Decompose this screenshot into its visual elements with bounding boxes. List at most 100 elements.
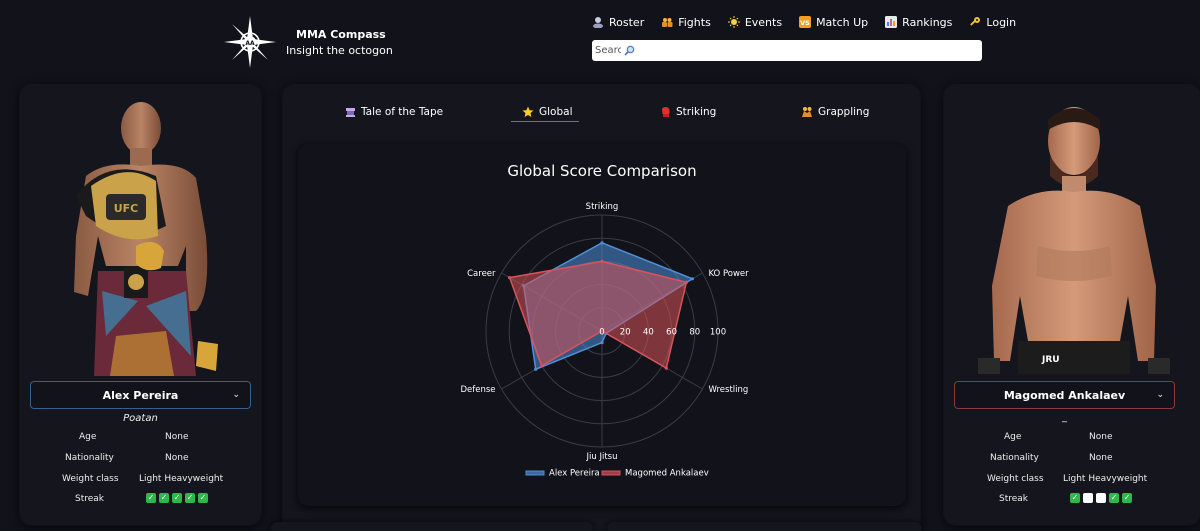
- tape-icon: [346, 107, 355, 117]
- rankings-icon: [885, 16, 898, 28]
- nav-roster-label: Roster: [609, 15, 645, 29]
- legend-swatch: [525, 470, 545, 476]
- svg-text:UFC: UFC: [114, 202, 139, 215]
- radar-data-point: [664, 366, 668, 370]
- right-streak-label: Streak: [999, 494, 1029, 504]
- svg-text:JRU: JRU: [1041, 355, 1060, 365]
- grappling-icon: [802, 107, 812, 117]
- right-streak-indicators: ✓ ✓ ✓: [1070, 493, 1132, 503]
- bottom-card-stub: [271, 522, 593, 531]
- left-streak-label: Streak: [75, 494, 105, 504]
- vs-icon: VS: [799, 16, 812, 28]
- nav-roster[interactable]: Roster: [592, 16, 644, 29]
- active-tab-indicator: [511, 121, 579, 122]
- svg-text:AA: AA: [245, 40, 255, 47]
- right-age-label: Age: [1004, 432, 1022, 442]
- streak-win-checkmark-icon: ✓: [198, 493, 208, 503]
- radar-tick-label: 100: [710, 328, 726, 338]
- right-weight-class-label: Weight class: [987, 474, 1044, 484]
- roster-icon: [592, 16, 604, 28]
- radar-data-point: [534, 367, 538, 371]
- nav-events-label: Events: [744, 15, 783, 29]
- radar-data-point: [540, 364, 544, 368]
- left-nationality-label: Nationality: [65, 453, 114, 463]
- events-icon: [727, 16, 740, 28]
- tab-grappling[interactable]: Grappling: [801, 106, 869, 118]
- tab-striking[interactable]: Striking: [660, 106, 716, 118]
- right-weight-class-value: Light Heavyweight: [1063, 474, 1148, 484]
- nav-rankings[interactable]: Rankings: [885, 16, 952, 29]
- radar-axis-label: Career: [467, 269, 496, 279]
- radar-tick-label: 80: [689, 328, 700, 338]
- left-fighter-nickname: Poatan: [123, 413, 158, 424]
- left-weight-class-value: Light Heavyweight: [139, 474, 224, 484]
- left-age-value: None: [165, 432, 189, 442]
- streak-win-checkmark-icon: ✓: [1070, 493, 1080, 503]
- nav-match-up[interactable]: VS Match Up: [799, 16, 868, 29]
- tab-global[interactable]: Global: [522, 106, 573, 118]
- search-bar[interactable]: [592, 40, 982, 61]
- nav-login-label: Login: [986, 15, 1017, 29]
- tab-tale-of-the-tape[interactable]: Tale of the Tape: [345, 106, 443, 118]
- legend-swatch: [601, 470, 621, 476]
- nav-fights[interactable]: Fights: [661, 16, 711, 29]
- search-input[interactable]: [595, 45, 621, 56]
- boxing-glove-icon: [662, 107, 670, 117]
- streak-win-checkmark-icon: ✓: [1109, 493, 1119, 503]
- right-age-value: None: [1089, 432, 1113, 442]
- chevron-down-icon: ⌄: [232, 390, 240, 400]
- brand-subtitle: Insight the octogon: [286, 44, 393, 57]
- radar-tick-label: 20: [620, 328, 631, 338]
- streak-win-checkmark-icon: ✓: [172, 493, 182, 503]
- nav-fights-label: Fights: [678, 15, 711, 29]
- right-fighter-select[interactable]: Magomed Ankalaev ⌄: [954, 381, 1175, 409]
- tab-tale-of-the-tape-label: Tale of the Tape: [361, 106, 444, 118]
- tab-grappling-label: Grappling: [818, 106, 870, 118]
- legend-label: Magomed Ankalaev: [625, 469, 709, 479]
- chevron-down-icon: ⌄: [1156, 390, 1164, 400]
- svg-text:VS: VS: [800, 19, 810, 27]
- key-icon: [969, 16, 981, 28]
- left-streak-indicators: ✓ ✓ ✓ ✓ ✓: [146, 493, 208, 503]
- left-nationality-value: None: [165, 453, 189, 463]
- right-fighter-nickname: _: [1062, 412, 1067, 423]
- left-weight-class-label: Weight class: [62, 474, 119, 484]
- right-fighter-photo: JRU: [978, 107, 1170, 374]
- radar-tick-label: 40: [643, 328, 654, 338]
- radar-axis-label: KO Power: [708, 269, 749, 279]
- left-fighter-name: Alex Pereira: [102, 388, 179, 402]
- streak-empty-indicator: [1096, 493, 1106, 503]
- streak-win-checkmark-icon: ✓: [1122, 493, 1132, 503]
- nav-match-up-label: Match Up: [816, 15, 869, 29]
- compass-logo-icon: AA: [224, 16, 276, 68]
- right-nationality-label: Nationality: [990, 453, 1039, 463]
- tab-striking-label: Striking: [676, 106, 717, 118]
- radar-data-point: [507, 276, 512, 280]
- nav-rankings-label: Rankings: [902, 15, 953, 29]
- radar-chart: 0 20 40 60 80 100 Striking KO Power Wrestling Jiu…: [460, 202, 749, 479]
- radar-tick-label: 60: [666, 328, 677, 338]
- radar-data-point: [600, 241, 604, 245]
- left-age-label: Age: [79, 432, 97, 442]
- radar-axis-label: Wrestling: [708, 385, 748, 395]
- tab-global-label: Global: [539, 106, 573, 118]
- radar-series-right: [508, 260, 688, 370]
- star-icon: [522, 106, 534, 117]
- main-nav: Roster Fights Events VS Match Up Ranking…: [592, 14, 1016, 30]
- legend-label: Alex Pereira: [549, 469, 600, 479]
- radar-data-point: [690, 277, 695, 281]
- radar-data-point: [684, 280, 688, 284]
- radar-axis-label: Jiu Jitsu: [586, 452, 618, 462]
- radar-data-point: [600, 259, 604, 263]
- fights-icon: [661, 16, 673, 28]
- streak-win-checkmark-icon: ✓: [146, 493, 156, 503]
- radar-data-point: [600, 341, 604, 345]
- streak-win-checkmark-icon: ✓: [159, 493, 169, 503]
- nav-events[interactable]: Events: [727, 15, 783, 29]
- streak-empty-indicator: [1083, 493, 1093, 503]
- left-fighter-select[interactable]: Alex Pereira ⌄: [30, 381, 251, 409]
- right-nationality-value: None: [1089, 453, 1113, 463]
- nav-login[interactable]: Login: [969, 16, 1016, 29]
- radar-axis-label: Defense: [460, 385, 495, 395]
- bottom-card-stub: [607, 522, 922, 531]
